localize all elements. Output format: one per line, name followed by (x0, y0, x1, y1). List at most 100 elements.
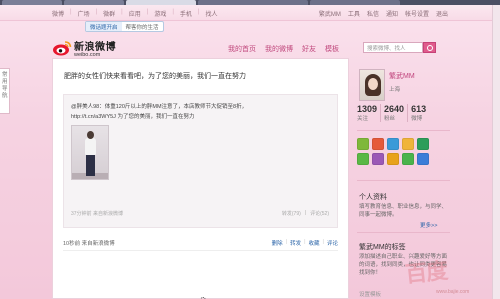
stat-label: 微博 (411, 116, 423, 122)
retweet-time[interactable]: 37分钟前 (71, 211, 92, 217)
profile-location: 上海 (389, 87, 401, 93)
main-feed-panel: 肥胖的女性们快来看看吧，为了您的美丽，我们一直在努力 @胖美人98：体重120斤… (52, 58, 349, 299)
separator: | (95, 9, 98, 15)
separator: | (304, 210, 307, 216)
divider (357, 180, 450, 181)
app-icon[interactable] (372, 153, 384, 165)
nav-square[interactable]: 广场 (78, 9, 90, 18)
retweet-forward-link[interactable]: 转发(79) (282, 210, 301, 217)
personal-info-title: 个人资料 (359, 194, 387, 201)
nav-logout[interactable]: 退出 (436, 9, 448, 18)
app-icon[interactable] (402, 153, 414, 165)
tab-my-weibo[interactable]: 我的微博 (265, 44, 293, 54)
app-icon[interactable] (357, 138, 369, 150)
stat-number: 613 (411, 104, 427, 114)
post-actions: 删除 | 转发 | 收藏 | 评论 (272, 239, 338, 247)
favorite-link[interactable]: 收藏 (309, 239, 320, 247)
divider (63, 250, 338, 251)
nav-tools[interactable]: 工具 (348, 9, 360, 18)
app-icon[interactable] (387, 138, 399, 150)
app-icon[interactable] (417, 153, 429, 165)
tab-friends[interactable]: 好友 (302, 44, 316, 54)
separator: | (285, 239, 288, 245)
app-icon-grid (357, 138, 442, 165)
photo-figure-torso (85, 138, 96, 155)
post-footer: 10秒前 来自新浪微博 删除 | 转发 | 收藏 | 评论 (63, 239, 338, 247)
separator: | (121, 9, 123, 15)
forward-link[interactable]: 转发 (290, 239, 301, 247)
more-link[interactable]: 更多>> (420, 221, 437, 229)
nav-groups[interactable]: 微群 (103, 9, 115, 18)
watermark-url: www.bajie.com (436, 289, 470, 295)
delete-link[interactable]: 删除 (272, 239, 283, 247)
retweet-box: @胖美人98：体重120斤以上的胖MM注意了，本店教师节大促销至8折， http… (63, 94, 338, 228)
nav-find-people[interactable]: 找人 (205, 9, 217, 18)
photo-figure-legs (86, 154, 95, 176)
app-icon[interactable] (402, 138, 414, 150)
weibo-logo[interactable]: 新浪微博 weibo.com (52, 38, 116, 58)
nav-mobile[interactable]: 手机 (180, 9, 192, 18)
tab-templates[interactable]: 模板 (325, 44, 339, 54)
nav-account-settings[interactable]: 帐号设置 (405, 9, 429, 18)
nav-weibo[interactable]: 微博 (52, 9, 64, 18)
stat-number: 2640 (384, 104, 405, 114)
retweet-meta: 37分钟前 来自新浪微博 (71, 210, 123, 217)
app-icon[interactable] (372, 138, 384, 150)
stat-following[interactable]: 1309 关注 (357, 104, 382, 122)
app-icon[interactable] (417, 138, 429, 150)
comment-link[interactable]: 评论 (327, 239, 338, 247)
header-nav: 我的首页 我的微博 好友 模板 (228, 44, 339, 54)
stat-number: 1309 (357, 104, 378, 114)
nav-notifications[interactable]: 通知 (386, 9, 398, 18)
retweet-link-line[interactable]: http://t.cn/a3WY5J 为了您的美丽，我们一直在努力 (71, 112, 194, 120)
stat-weibo[interactable]: 613 微博 (411, 104, 429, 122)
post-time[interactable]: 10秒前 (63, 241, 80, 247)
tip-label[interactable]: 微话题开启 (86, 22, 122, 31)
nav-apps[interactable]: 应用 (129, 9, 141, 18)
top-nav-right: 繁武MM 工具 私信 通知 帐号设置 退出 (319, 9, 448, 18)
nav-games[interactable]: 游戏 (154, 9, 166, 18)
profile-name[interactable]: 繁武MM (389, 71, 415, 81)
app-icon[interactable] (357, 153, 369, 165)
weibo-eye-icon (53, 41, 72, 56)
stat-followers[interactable]: 2640 粉丝 (384, 104, 409, 122)
stat-label: 粉丝 (384, 116, 396, 122)
retweet-text: @胖美人98：体重120斤以上的胖MM注意了，本店教师节大促销至8折， (71, 104, 248, 110)
topic-tip-popover[interactable]: 微话题开启 帮客你的生活 (85, 21, 164, 32)
divider (357, 130, 450, 131)
template-settings-link[interactable]: 设置模板 (359, 290, 381, 298)
page-scrollbar[interactable] (492, 5, 500, 299)
retweet-source[interactable]: 来自新浪微博 (93, 211, 123, 217)
separator: | (146, 9, 149, 15)
post-text: 肥胖的女性们快来看看吧，为了您的美丽，我们一直在努力 (64, 73, 246, 80)
tags-title: 繁武MM的标签 (359, 244, 406, 251)
stat-label: 关注 (357, 116, 369, 122)
personal-info-desc[interactable]: 填写教育信息、职业信息，与同学、同事一起微博。 (359, 203, 447, 219)
search-input[interactable]: 搜索微博、找人 (363, 42, 423, 53)
nav-username[interactable]: 繁武MM (319, 9, 341, 18)
retweet-comment-link[interactable]: 评论(52) (310, 210, 329, 217)
separator: | (304, 239, 306, 245)
site-top-nav: 微博 | 广场 | 微群 | 应用 | 游戏 | 手机 | 找人 繁武MM 工具 私信 通知… (0, 5, 500, 21)
retweet-photo[interactable] (71, 125, 109, 180)
nav-messages[interactable]: 私信 (367, 9, 379, 18)
watermark: 百度 (403, 257, 449, 288)
tip-text: 帮客你的生活 (125, 24, 159, 31)
search-button[interactable] (423, 42, 436, 53)
app-icon[interactable] (387, 153, 399, 165)
top-nav-left: 微博 | 广场 | 微群 | 应用 | 游戏 | 手机 | 找人 (52, 9, 217, 18)
logo-text: 新浪微博 (74, 42, 116, 53)
separator: | (172, 9, 174, 15)
retweet-actions: 转发(79) | 评论(52) (282, 210, 329, 217)
avatar[interactable] (359, 69, 385, 101)
avatar-face (368, 78, 378, 90)
post-source[interactable]: 来自新浪微博 (82, 241, 115, 247)
side-common-nav-tab[interactable]: 常用导航 (0, 68, 10, 114)
separator: | (322, 239, 324, 245)
separator: | (70, 9, 72, 15)
divider (357, 232, 450, 233)
photo-figure-head (87, 131, 94, 139)
profile-stats: 1309 关注 2640 粉丝 613 微博 (357, 104, 429, 122)
separator: | (197, 9, 200, 15)
tab-my-home[interactable]: 我的首页 (228, 44, 256, 54)
